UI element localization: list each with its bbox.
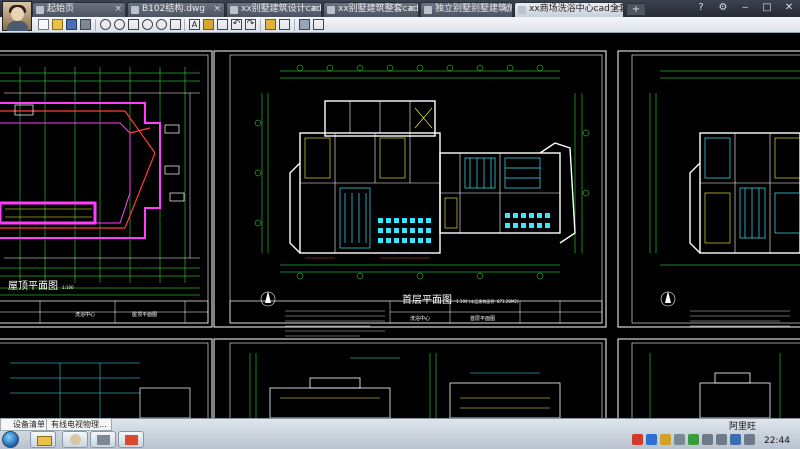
minimize-icon[interactable]: ‒ bbox=[734, 2, 756, 15]
ground-plan-title: 首层平面图 bbox=[402, 293, 452, 306]
layers-stack-icon[interactable] bbox=[299, 19, 310, 30]
ground-titleblock-drawing: 首层平面图 bbox=[470, 315, 495, 322]
taskbar-cad-viewer[interactable] bbox=[118, 431, 144, 448]
save-icon[interactable] bbox=[66, 19, 77, 30]
sheet-elevation-left bbox=[0, 338, 213, 418]
notification-label: 有线电视物理... bbox=[51, 420, 107, 429]
start-button[interactable] bbox=[2, 431, 19, 448]
dwg-file-icon bbox=[424, 6, 432, 14]
input-method-icon[interactable] bbox=[632, 434, 643, 445]
cad-drawing: 屋顶平面图 1:100 洗浴中心 屋顶平面图 首层平面图 1:100 (本层建筑… bbox=[0, 50, 800, 418]
ground-titleblock-project: 洗浴中心 bbox=[410, 315, 430, 322]
help-icon[interactable]: ? bbox=[690, 2, 712, 15]
roof-plan-title: 屋顶平面图 bbox=[8, 280, 58, 292]
tab-villa-design[interactable]: xx别墅建筑设计cad施... × bbox=[226, 2, 322, 17]
zoom-window-icon[interactable] bbox=[114, 19, 125, 30]
open-folder-icon[interactable] bbox=[52, 19, 63, 30]
notification-label: 设备清单 bbox=[13, 420, 45, 429]
undo-icon[interactable]: ↶ bbox=[231, 19, 242, 30]
settings-icon[interactable]: ⚙ bbox=[712, 2, 734, 15]
tab-label: xx商场洗浴中心cad全套设计... bbox=[529, 4, 623, 14]
dropdown-icon[interactable] bbox=[313, 19, 324, 30]
clock[interactable]: 22:44 bbox=[764, 436, 790, 446]
flag-icon[interactable] bbox=[730, 434, 741, 445]
network-icon[interactable] bbox=[702, 434, 713, 445]
north-arrow-icon bbox=[260, 291, 276, 307]
cad-drawing-canvas[interactable]: 屋顶平面图 1:100 洗浴中心 屋顶平面图 首层平面图 1:100 (本层建筑… bbox=[0, 33, 800, 418]
volume-icon[interactable] bbox=[716, 434, 727, 445]
tab-bathhouse[interactable]: xx商场洗浴中心cad全套设计... × bbox=[514, 2, 624, 17]
ime-mode-icon[interactable] bbox=[660, 434, 671, 445]
tab-independent-villa[interactable]: 独立别墅别墅建筑施工... × bbox=[420, 2, 513, 17]
roof-titleblock-project: 洗浴中心 bbox=[75, 311, 95, 318]
user-avatar[interactable] bbox=[2, 1, 32, 31]
language-icon[interactable] bbox=[646, 434, 657, 445]
toolbar: A ↶ ↷ bbox=[0, 17, 800, 33]
tab-label: B102结构.dwg bbox=[142, 4, 206, 14]
notification-device-list[interactable]: 设备清单 bbox=[0, 418, 50, 431]
tab-bar: 起始页 × B102结构.dwg × xx别墅建筑设计cad施... × xx别… bbox=[0, 0, 800, 31]
sheet-roof-plan: 屋顶平面图 1:100 洗浴中心 屋顶平面图 bbox=[0, 50, 213, 328]
new-file-icon[interactable] bbox=[38, 19, 49, 30]
zoom-extents-icon[interactable] bbox=[100, 19, 111, 30]
sheet-elevation-center bbox=[213, 338, 607, 418]
table-icon[interactable] bbox=[279, 19, 290, 30]
close-icon[interactable]: × bbox=[213, 3, 221, 16]
roof-titleblock-drawing: 屋顶平面图 bbox=[132, 312, 157, 318]
tab-start-page[interactable]: 起始页 × bbox=[32, 2, 126, 17]
notification-cable-tv[interactable]: 有线电视物理... bbox=[46, 418, 112, 431]
sheet-elevation-right bbox=[617, 338, 800, 418]
window-close-icon[interactable]: ✕ bbox=[778, 2, 800, 15]
sheet-ground-floor-plan: 首层平面图 1:100 (本层建筑面积: 871.28M2) 洗浴中心 首层平面… bbox=[213, 50, 607, 337]
app-icon bbox=[97, 435, 110, 445]
power-icon[interactable] bbox=[744, 434, 755, 445]
zoom-in-icon[interactable] bbox=[142, 19, 153, 30]
cad-app-icon bbox=[125, 435, 138, 445]
redo-icon[interactable]: ↷ bbox=[245, 19, 256, 30]
maximize-icon[interactable]: □ bbox=[756, 2, 778, 15]
document-icon bbox=[36, 6, 44, 14]
tab-villa-full-set[interactable]: xx别墅建筑整套cad施... × bbox=[323, 2, 419, 17]
dwg-file-icon bbox=[131, 6, 139, 14]
annotation-icon[interactable] bbox=[265, 19, 276, 30]
dwg-file-icon bbox=[518, 6, 526, 14]
tab-b102[interactable]: B102结构.dwg × bbox=[127, 2, 225, 17]
close-icon[interactable]: × bbox=[310, 3, 318, 16]
avatar-icon bbox=[70, 434, 81, 445]
taskbar-user[interactable] bbox=[62, 431, 88, 448]
pencil-icon[interactable] bbox=[203, 19, 214, 30]
folder-icon bbox=[37, 436, 52, 446]
layer-icon[interactable] bbox=[170, 19, 181, 30]
measure-icon[interactable] bbox=[217, 19, 228, 30]
sheet-second-floor-plan bbox=[617, 50, 800, 328]
text-icon[interactable]: A bbox=[189, 19, 200, 30]
north-arrow-icon bbox=[660, 291, 676, 307]
tray-aliwangwang[interactable]: 阿里旺 bbox=[729, 419, 756, 432]
keyboard-icon[interactable] bbox=[674, 434, 685, 445]
taskbar-explorer[interactable] bbox=[30, 431, 56, 448]
close-icon[interactable]: × bbox=[407, 3, 415, 16]
close-icon[interactable]: × bbox=[612, 3, 620, 16]
roof-plan-scale: 1:100 bbox=[62, 285, 74, 290]
taskbar-app[interactable] bbox=[90, 431, 116, 448]
dwg-file-icon bbox=[230, 6, 238, 14]
close-icon[interactable]: × bbox=[501, 3, 509, 16]
tab-label: 起始页 bbox=[47, 4, 75, 14]
new-tab-button[interactable]: + bbox=[626, 3, 646, 16]
close-icon[interactable]: × bbox=[114, 3, 122, 16]
security-icon[interactable] bbox=[688, 434, 699, 445]
pan-icon[interactable] bbox=[128, 19, 139, 30]
dwg-file-icon bbox=[327, 6, 335, 14]
zoom-out-icon[interactable] bbox=[156, 19, 167, 30]
print-icon[interactable] bbox=[80, 19, 91, 30]
